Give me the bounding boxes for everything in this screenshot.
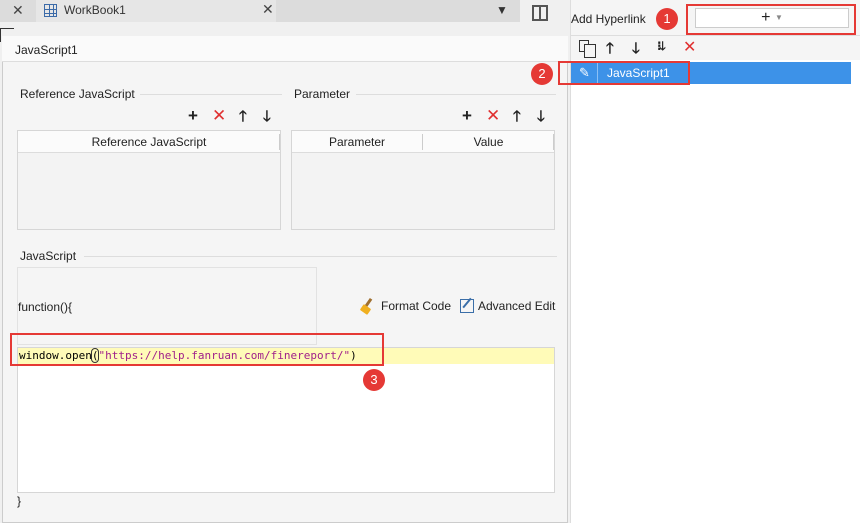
move-up-hyperlink-button[interactable]: 🡑 bbox=[606, 38, 614, 63]
move-down-hyperlink-button[interactable]: 🡓 bbox=[632, 38, 640, 63]
annotation-box-1 bbox=[686, 4, 856, 35]
annotation-badge-3: 3 bbox=[363, 369, 385, 391]
column-separator bbox=[279, 134, 280, 150]
parameter-column-header: Parameter bbox=[328, 135, 386, 149]
move-down-parameter-button[interactable]: 🡓 bbox=[537, 108, 545, 125]
add-reference-button[interactable]: + bbox=[188, 107, 198, 124]
javascript-section-label: JavaScript bbox=[20, 249, 77, 263]
reference-column-header: Reference JavaScript bbox=[91, 135, 207, 149]
copy-icon[interactable] bbox=[579, 40, 596, 58]
reference-table[interactable]: Reference JavaScript bbox=[17, 130, 281, 230]
layout-icon[interactable] bbox=[532, 5, 548, 21]
tab-workbook[interactable]: WorkBook1 ✕ bbox=[36, 0, 276, 22]
parameter-table-header: Parameter Value bbox=[292, 131, 554, 153]
add-hyperlink-label: Add Hyperlink bbox=[571, 12, 646, 26]
advanced-edit-button[interactable]: Advanced Edit bbox=[478, 299, 555, 313]
workbook-grid-icon bbox=[44, 4, 57, 17]
format-code-button[interactable]: Format Code bbox=[381, 299, 451, 313]
advanced-edit-icon[interactable] bbox=[460, 299, 474, 313]
add-parameter-button[interactable]: + bbox=[462, 107, 472, 124]
value-column-header: Value bbox=[473, 135, 504, 149]
annotation-badge-1: 1 bbox=[656, 8, 678, 30]
parameter-table[interactable]: Parameter Value bbox=[291, 130, 555, 230]
reference-table-header: Reference JavaScript bbox=[18, 131, 280, 153]
format-code-icon[interactable] bbox=[360, 298, 376, 314]
javascript-divider bbox=[84, 256, 557, 257]
hyperlink-toolbar bbox=[571, 36, 860, 60]
annotation-box-2 bbox=[558, 61, 690, 85]
reference-javascript-label: Reference JavaScript bbox=[20, 87, 135, 101]
tab-workbook-label: WorkBook1 bbox=[64, 3, 126, 17]
delete-parameter-button[interactable]: ✕ bbox=[486, 107, 500, 124]
function-header: function(){ bbox=[18, 300, 73, 314]
delete-hyperlink-button[interactable]: ✕ bbox=[683, 37, 696, 57]
dialog-title: JavaScript1 bbox=[15, 43, 78, 57]
annotation-box-3 bbox=[10, 333, 384, 366]
reference-divider bbox=[140, 94, 282, 95]
tab-dropdown-icon[interactable]: ▼ bbox=[496, 3, 508, 17]
delete-reference-button[interactable]: ✕ bbox=[212, 107, 226, 124]
move-bottom-hyperlink-button[interactable]: ⁝🡓 bbox=[657, 37, 666, 58]
parameter-label: Parameter bbox=[294, 87, 351, 101]
move-up-parameter-button[interactable]: 🡑 bbox=[513, 108, 521, 125]
column-separator bbox=[553, 134, 554, 150]
function-closing-brace: } bbox=[17, 494, 22, 508]
javascript-code-editor[interactable]: window.open("https://help.fanruan.com/fi… bbox=[17, 347, 555, 493]
parameter-divider bbox=[356, 94, 556, 95]
move-up-reference-button[interactable]: 🡑 bbox=[239, 108, 247, 125]
annotation-badge-2: 2 bbox=[531, 63, 553, 85]
close-workbook-tab-icon[interactable]: ✕ bbox=[262, 1, 274, 18]
dialog-title-bar: JavaScript1 bbox=[2, 36, 568, 62]
close-tab-icon[interactable]: ✕ bbox=[12, 2, 24, 19]
move-down-reference-button[interactable]: 🡓 bbox=[263, 108, 271, 125]
